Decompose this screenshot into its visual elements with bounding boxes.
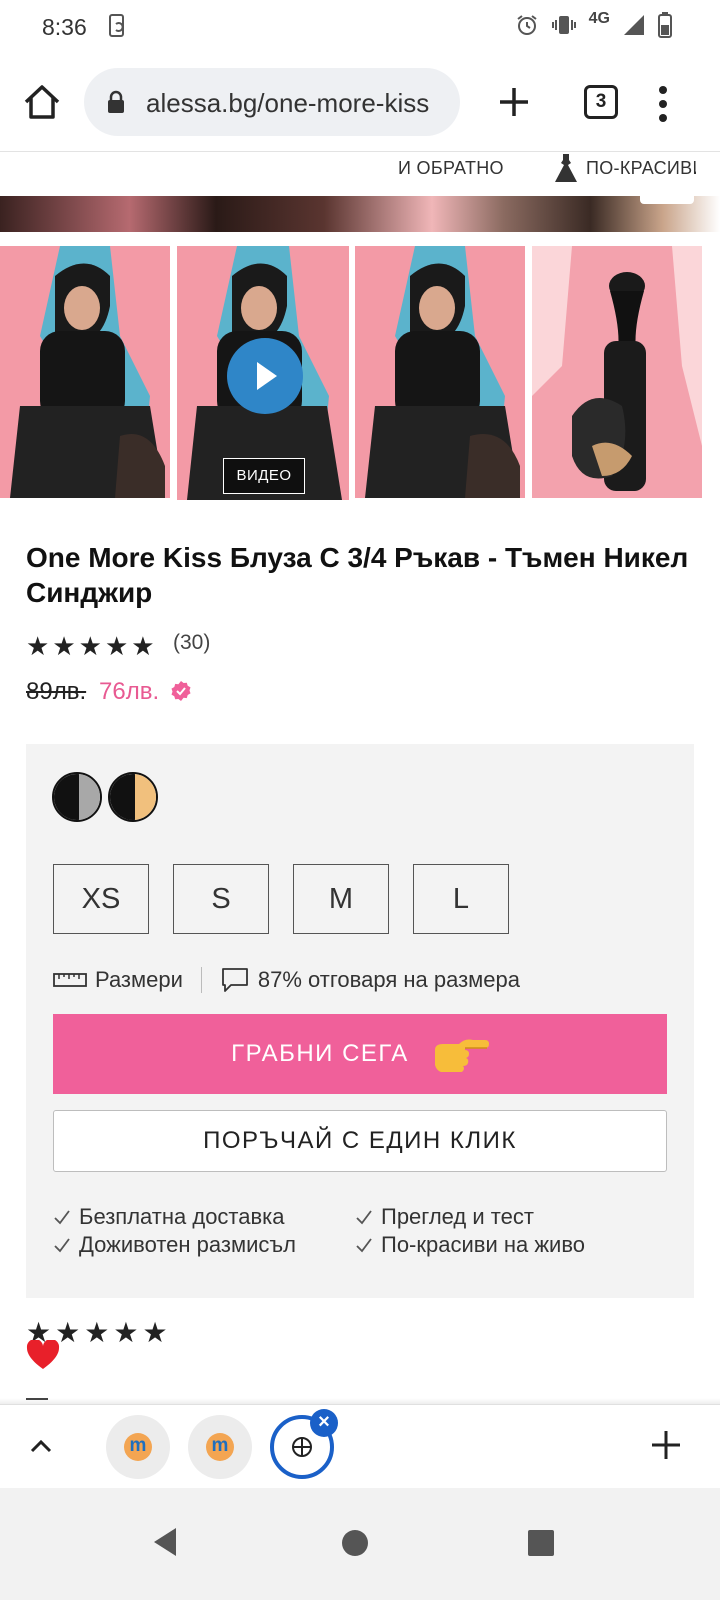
status-time: 8:36 (42, 14, 87, 40)
product-title: One More Kiss Блуза С 3/4 Ръкав - Тъмен … (26, 542, 689, 608)
benefit-label: Безплатна доставка (79, 1204, 285, 1229)
purchase-panel: XS S M L Размери 87% отговаря на размера… (26, 744, 694, 1298)
star-icon: ★ (113, 1317, 139, 1348)
benefit-item: По-красиви на живо (355, 1232, 585, 1258)
gallery-thumbnail[interactable] (532, 246, 702, 506)
play-video-button[interactable] (227, 338, 303, 414)
chat-bubble-icon (222, 968, 248, 992)
system-navigation-bar (0, 1488, 720, 1600)
promo-strip: И ОБРАТНО ПО-КРАСИВИ (0, 152, 720, 196)
fit-info-link[interactable]: 87% отговаря на размера (258, 967, 520, 993)
star-icon: ★ (26, 631, 50, 661)
star-icon: ★ (104, 631, 129, 661)
tab-thumbnail[interactable]: m (188, 1415, 252, 1479)
close-tab-icon[interactable]: × (310, 1409, 338, 1437)
back-icon[interactable] (150, 1526, 180, 1558)
signal-icon (624, 15, 644, 35)
pointing-hand-icon (434, 1039, 489, 1072)
video-label: ВИДЕО (223, 458, 305, 494)
lock-icon (108, 90, 124, 113)
benefit-item: Доживотен размисъл (53, 1232, 296, 1258)
size-guide-link[interactable]: Размери (95, 967, 183, 993)
url-text[interactable]: alessa.bg/one-more-kiss (146, 88, 446, 119)
network-type: 4G (588, 10, 610, 27)
benefit-label: Преглед и тест (381, 1204, 534, 1229)
home-icon[interactable] (20, 80, 64, 124)
ruler-icon (53, 973, 87, 987)
address-bar[interactable]: alessa.bg/one-more-kiss (84, 68, 460, 136)
benefit-label: Доживотен размисъл (79, 1232, 296, 1257)
divider (200, 967, 202, 993)
benefit-label: По-красиви на живо (381, 1232, 586, 1257)
star-icon: ★ (78, 631, 102, 661)
site-favicon: m (124, 1433, 152, 1461)
site-favicon (292, 1437, 312, 1457)
star-icon: ★ (131, 631, 155, 661)
check-icon (356, 1238, 372, 1253)
verified-badge-icon (171, 681, 191, 701)
check-icon (356, 1210, 372, 1225)
color-swatch-black-beige[interactable] (108, 772, 158, 822)
tab-group-bar: m m × (0, 1404, 720, 1488)
promo-text-prettier: ПО-КРАСИВИ (586, 158, 696, 178)
alarm-icon (517, 15, 537, 35)
hero-image-edge (0, 196, 720, 232)
browser-toolbar: alessa.bg/one-more-kiss 3 (0, 56, 720, 152)
benefit-item: Преглед и тест (355, 1204, 534, 1230)
size-option-xs[interactable]: XS (53, 864, 149, 934)
current-price: 76лв. (99, 678, 160, 705)
benefit-item: Безплатна доставка (53, 1204, 285, 1230)
rating-stars[interactable]: ★ ★ ★ ★ ★ (26, 633, 155, 659)
size-option-l[interactable]: L (413, 864, 509, 934)
size-option-m[interactable]: M (293, 864, 389, 934)
tab-switcher-button[interactable]: 3 (584, 85, 618, 119)
one-click-order-button[interactable]: ПОРЪЧАЙ С ЕДИН КЛИК (53, 1110, 667, 1172)
check-icon (54, 1238, 70, 1253)
old-price: 89лв. (26, 678, 87, 705)
check-icon (54, 1210, 70, 1225)
buy-now-label: ГРАБНИ СЕГА (231, 1040, 409, 1067)
screen-rotate-icon (109, 14, 124, 37)
home-nav-icon[interactable] (342, 1530, 368, 1556)
chevron-up-icon[interactable] (24, 1429, 58, 1463)
size-option-s[interactable]: S (173, 864, 269, 934)
product-gallery: ВИДЕО (0, 246, 720, 510)
dress-icon (555, 154, 577, 182)
vibrate-icon (551, 16, 576, 34)
tab-thumbnail[interactable]: m (106, 1415, 170, 1479)
star-icon: ★ (84, 1317, 110, 1348)
overflow-menu-icon[interactable] (658, 84, 668, 124)
star-icon: ★ (142, 1317, 168, 1348)
buy-now-button[interactable]: ГРАБНИ СЕГА (53, 1014, 667, 1094)
status-icons: 4G (515, 10, 672, 38)
review-count[interactable]: (30) (173, 631, 210, 655)
promo-text-return: И ОБРАТНО (398, 158, 504, 178)
color-swatch-black-grey[interactable] (52, 772, 102, 822)
heart-icon (26, 1340, 60, 1369)
star-icon: ★ (52, 631, 76, 661)
status-bar: 8:36 4G (0, 0, 720, 56)
gallery-thumbnail[interactable] (355, 246, 525, 506)
add-tab-icon[interactable] (648, 1427, 684, 1463)
size-info-row: Размери 87% отговаря на размера (53, 966, 520, 994)
gallery-thumbnail[interactable] (0, 246, 170, 506)
gallery-video-thumbnail[interactable]: ВИДЕО (177, 246, 349, 506)
battery-icon (658, 12, 672, 38)
size-selector: XS S M L (53, 864, 509, 934)
site-favicon: m (206, 1433, 234, 1461)
recents-icon[interactable] (528, 1530, 554, 1556)
new-tab-icon[interactable] (494, 82, 534, 122)
